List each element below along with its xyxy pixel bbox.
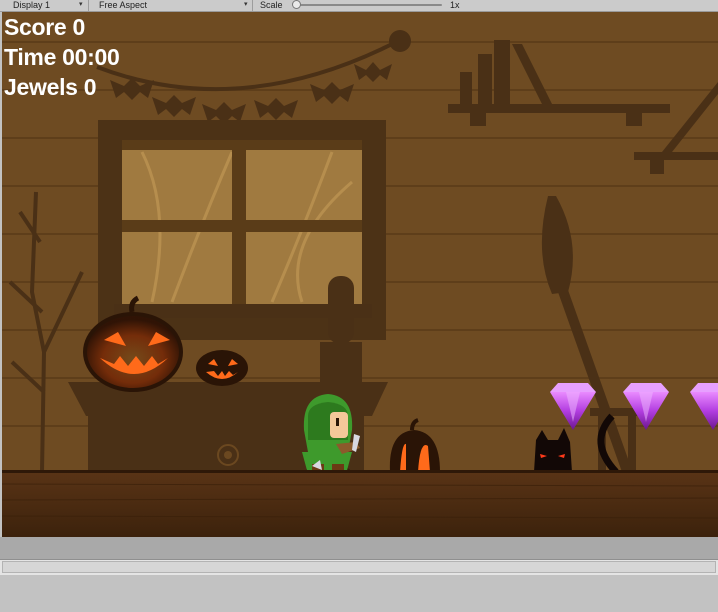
aspect-dropdown[interactable]: Free Aspect — [99, 0, 147, 10]
game-view[interactable]: Score 0 Time 00:00 Jewels 0 — [2, 12, 718, 537]
toolbar-divider — [88, 0, 89, 11]
scale-slider-knob[interactable] — [292, 0, 301, 9]
chevron-down-icon: ▾ — [244, 1, 248, 8]
score-text: Score 0 — [4, 14, 86, 40]
aspect-label: Free Aspect — [99, 0, 148, 10]
display-label: Display 1 — [13, 0, 51, 10]
jewels-text: Jewels 0 — [4, 74, 97, 100]
game-scene — [2, 12, 718, 537]
display-dropdown[interactable]: Display 1 — [13, 0, 50, 10]
wooden-floor — [2, 470, 718, 537]
chevron-down-icon: ▾ — [79, 1, 83, 8]
time-text: Time 00:00 — [4, 44, 120, 70]
scale-label: Scale — [260, 0, 283, 10]
scale-label-wrap: Scale — [260, 0, 283, 10]
editor-panel-empty — [0, 575, 718, 612]
game-view-bottom-margin — [0, 537, 718, 559]
scale-value-wrap: 1x — [450, 0, 460, 10]
horizontal-scrollbar[interactable] — [0, 559, 718, 576]
scale-slider-track[interactable] — [296, 4, 442, 6]
toolbar-divider — [252, 0, 253, 11]
game-view-toolbar: Display 1 ▾ Free Aspect ▾ Scale 1x — [0, 0, 718, 12]
scale-value: 1x — [450, 0, 460, 10]
scrollbar-thumb[interactable] — [2, 561, 716, 573]
small-jack-o-lantern — [196, 350, 248, 386]
